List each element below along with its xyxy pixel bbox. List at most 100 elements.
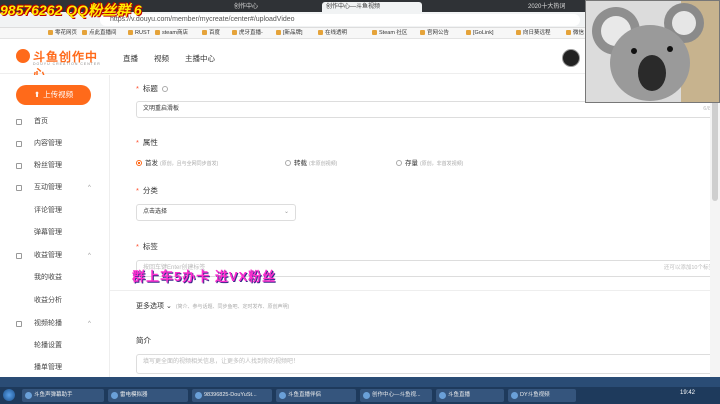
upload-video-button[interactable]: ⬆ 上传视频 — [16, 85, 91, 105]
taskbar-item[interactable]: 98396825-DouYuSt... — [192, 389, 272, 402]
sidebar-item-my-revenue[interactable]: 我的收益 — [0, 271, 110, 285]
more-options-toggle[interactable]: 更多选项 ⌄ (简介、参与话题、同步鱼吧、定时发布、原创声明) — [136, 301, 289, 311]
sidebar-item-label: 播单管理 — [34, 364, 62, 371]
sidebar-item-label: 内容管理 — [34, 140, 62, 147]
taskbar-item[interactable]: 斗鱼直播 — [436, 389, 504, 402]
sidebar-item-label: 我的收益 — [34, 274, 62, 281]
category-select[interactable]: 点击选择 ⌄ — [136, 204, 296, 221]
radio-first-release[interactable]: 首发 (原创，且与全网同步首发) — [136, 157, 218, 167]
sidebar-item-label: 弹幕管理 — [34, 229, 62, 236]
bookmark-item[interactable]: 百度 — [202, 28, 220, 39]
bookmark-item[interactable]: 在线透明 — [318, 28, 347, 39]
category-label: * 分类 — [136, 186, 158, 195]
intro-placeholder: 填写更全面的视频相关信息，让更多的人找到你的视频吧！ — [143, 359, 300, 365]
sidebar-item-label: 首页 — [34, 118, 48, 125]
upload-label: 上传视频 — [43, 90, 74, 99]
taskbar-notification-strip — [0, 377, 720, 387]
tab-creation-center[interactable]: 创作中心 — [230, 2, 320, 12]
sidebar-item-video-carousel[interactable]: 视频轮播 ^ — [0, 317, 110, 331]
chevron-up-icon: ^ — [88, 321, 91, 327]
sidebar-item-content[interactable]: 内容管理 — [0, 137, 110, 151]
nav-live[interactable]: 直播 — [123, 53, 138, 64]
chevron-up-icon: ^ — [88, 253, 91, 259]
bookmark-item[interactable]: 虎牙直播- — [232, 28, 263, 39]
sidebar-item-danmaku[interactable]: 弹幕管理 — [0, 226, 110, 240]
bookmark-item[interactable]: Steam 社区 — [372, 28, 407, 39]
start-button[interactable] — [3, 389, 15, 401]
url-input[interactable]: https://v.douyu.com/member/mycreate/cent… — [100, 14, 580, 26]
bookmark-item[interactable]: 向日葵远程 — [516, 28, 551, 39]
bookmark-item[interactable]: [新品牌] — [276, 28, 303, 39]
intro-textarea[interactable]: 填写更全面的视频相关信息，让更多的人找到你的视频吧！ — [136, 354, 720, 374]
bookmark-item[interactable]: 零花网页 — [48, 28, 77, 39]
tab-hot-words[interactable]: 2020十大热词 — [524, 2, 584, 12]
logo-subtitle: DOUYU CREATION CENTER — [33, 62, 101, 66]
webcam-overlay-koala — [585, 0, 720, 103]
radio-stock[interactable]: 存量 (原创，非首发视频) — [396, 157, 463, 167]
bookmark-item[interactable]: 官网公告 — [420, 28, 449, 39]
sidebar-item-fans[interactable]: 粉丝管理 — [0, 159, 110, 173]
sidebar-item-playlist[interactable]: 播单管理 — [0, 361, 110, 375]
title-value: 文明重启滑板 — [143, 106, 180, 112]
category-value: 点击选择 — [143, 209, 168, 215]
bookmark-item[interactable]: RUST — [128, 28, 150, 39]
radio-unchecked-icon — [396, 160, 402, 166]
upload-icon: ⬆ — [33, 90, 41, 99]
bookmark-item[interactable]: steam商店 — [155, 28, 188, 39]
avatar[interactable] — [562, 49, 580, 67]
bookmark-item[interactable]: 微信 — [566, 28, 584, 39]
taskbar-item[interactable]: 创作中心—斗鱼视... — [360, 389, 432, 402]
chevron-up-icon: ^ — [88, 185, 91, 191]
fans-icon — [16, 163, 22, 169]
upload-form: * 标题 文明重启滑板 6/80 * 属性 首发 (原创，且与全网同步首发) 转载 (非… — [110, 75, 720, 377]
sidebar-item-label: 粉丝管理 — [34, 162, 62, 169]
douyu-logo-icon — [16, 49, 30, 63]
bookmark-item[interactable]: [GoLink] — [466, 28, 493, 39]
taskbar-item[interactable]: 斗鱼声弹幕助手 — [22, 389, 104, 402]
intro-label: 简介 — [136, 336, 151, 345]
sidebar-item-label: 收益管理 — [34, 252, 62, 259]
taskbar-item[interactable]: DY斗鱼视频 — [508, 389, 576, 402]
sidebar-item-label: 收益分析 — [34, 297, 62, 304]
tags-label: * 标签 — [136, 242, 158, 251]
koala-image — [586, 1, 719, 102]
page-scrollbar[interactable] — [710, 75, 720, 377]
radio-checked-icon — [136, 160, 142, 166]
content-icon — [16, 141, 22, 147]
sidebar: ⬆ 上传视频 首页 内容管理 粉丝管理 互动管理 ^ 评论管理 弹幕管理 收益管理… — [0, 75, 110, 377]
chevron-down-icon: ⌄ — [283, 209, 289, 215]
sidebar-item-revenue[interactable]: 收益管理 ^ — [0, 249, 110, 263]
title-label: * 标题 — [136, 83, 168, 94]
sidebar-item-comments[interactable]: 评论管理 — [0, 204, 110, 218]
sidebar-item-interaction[interactable]: 互动管理 ^ — [0, 181, 110, 195]
sidebar-item-label: 视频轮播 — [34, 320, 62, 327]
title-input[interactable]: 文明重启滑板 6/80 — [136, 101, 720, 118]
taskbar-item[interactable]: 雷电模拟器 — [108, 389, 188, 402]
sidebar-item-label: 互动管理 — [34, 184, 62, 191]
taskbar-item[interactable]: 斗鱼直播伴侣 — [276, 389, 356, 402]
chevron-down-icon: ⌄ — [165, 303, 172, 310]
sidebar-item-home[interactable]: 首页 — [0, 115, 110, 129]
divider — [110, 290, 710, 291]
tags-counter: 还可以添加10个标签 — [663, 265, 714, 271]
nav-video[interactable]: 视频 — [154, 53, 169, 64]
money-icon — [16, 253, 22, 259]
taskbar-clock: 19:42 — [680, 390, 696, 396]
sidebar-item-carousel-settings[interactable]: 轮播设置 — [0, 339, 110, 353]
sidebar-item-label: 轮播设置 — [34, 342, 62, 349]
radio-unchecked-icon — [285, 160, 291, 166]
nav-anchor-center[interactable]: 主播中心 — [185, 53, 215, 64]
info-icon[interactable] — [161, 86, 168, 92]
bookmark-item[interactable]: 点此直播间 — [82, 28, 117, 39]
douyu-logo[interactable]: 斗鱼创作中心 DOUYU CREATION CENTER — [16, 48, 106, 81]
home-icon — [16, 119, 22, 125]
promo-banner-overlay: 群上车5办卡 进VX粉丝 — [132, 269, 277, 284]
sidebar-item-revenue-analysis[interactable]: 收益分析 — [0, 294, 110, 308]
radio-repost[interactable]: 转载 (非原创视频) — [285, 157, 337, 167]
qq-group-overlay: 98576262 QQ粉丝群 6 — [0, 2, 142, 18]
attribute-label: * 属性 — [136, 138, 158, 147]
tab-creation-center-video[interactable]: 创作中心—斗鱼视频 — [322, 2, 422, 12]
video-icon — [16, 321, 22, 327]
sidebar-item-label: 评论管理 — [34, 207, 62, 214]
chat-icon — [16, 185, 22, 191]
